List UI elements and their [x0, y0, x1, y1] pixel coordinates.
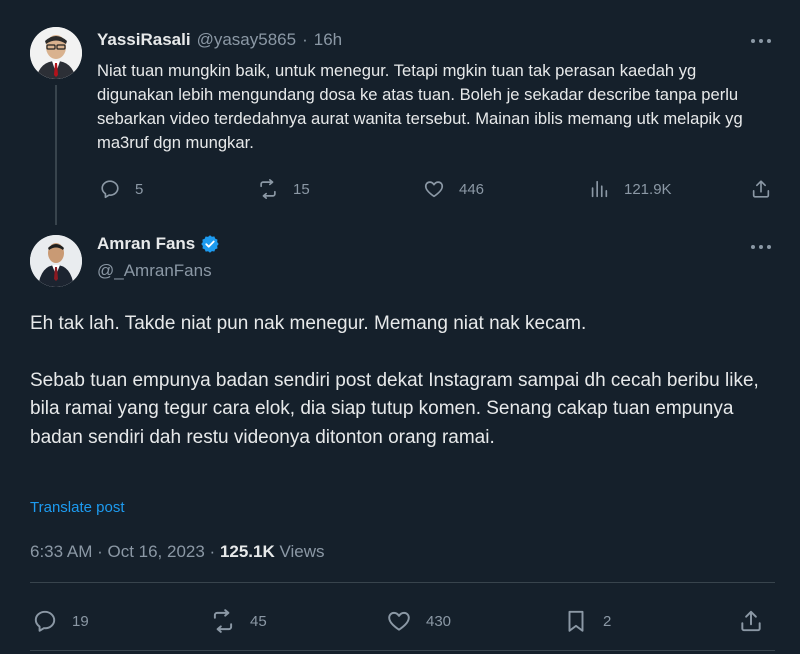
main-reply-button[interactable]: 19: [32, 608, 89, 634]
main-author-name[interactable]: Amran Fans: [97, 234, 195, 254]
reply-header: YassiRasali @yasay5865 · 16h: [97, 30, 342, 50]
reply-icon: [101, 180, 119, 199]
share-icon: [752, 180, 770, 198]
reply-timestamp[interactable]: 16h: [314, 30, 342, 50]
reply-like-button[interactable]: 446: [423, 178, 484, 200]
verified-badge-icon[interactable]: [200, 234, 220, 254]
reply-separator: ·: [302, 30, 308, 49]
main-bookmark-button[interactable]: 2: [563, 608, 611, 634]
main-reply-count: 19: [72, 612, 89, 630]
post-meta: 6:33 AM · Oct 16, 2023 · 125.1K Views: [30, 542, 325, 562]
reply-icon: [34, 610, 56, 632]
more-icon[interactable]: [749, 235, 773, 259]
main-post-paragraph-2: Sebab tuan empunya badan sendiri post de…: [30, 369, 759, 448]
heart-icon: [424, 181, 444, 198]
main-post-text: Eh tak lah. Takde niat pun nak menegur. …: [30, 310, 780, 480]
post-timestamp[interactable]: 6:33 AM · Oct 16, 2023: [30, 542, 205, 561]
main-repost-button[interactable]: 45: [210, 608, 267, 634]
post-views-label: Views: [274, 542, 325, 561]
main-post-paragraph-1: Eh tak lah. Takde niat pun nak menegur. …: [30, 313, 587, 334]
main-action-bar: 19 45 430 2: [30, 606, 775, 636]
reply-avatar-image: [30, 27, 82, 79]
main-author-handle[interactable]: @_AmranFans: [97, 261, 212, 281]
reply-like-count: 446: [459, 180, 485, 198]
post-views-count[interactable]: 125.1K: [220, 542, 275, 561]
meta-separator: ·: [204, 542, 220, 561]
reply-author-name[interactable]: YassiRasali: [97, 30, 191, 50]
translate-post-link[interactable]: Translate post: [30, 499, 125, 516]
repost-icon: [213, 609, 233, 633]
main-repost-count: 45: [250, 612, 267, 630]
reply-views-count: 121.9K: [624, 180, 672, 198]
reply-avatar[interactable]: [30, 27, 82, 79]
main-author-name-row: Amran Fans: [97, 234, 220, 254]
repost-icon: [260, 179, 276, 199]
views-icon: [591, 180, 608, 198]
reply-share-button[interactable]: [750, 178, 772, 200]
reply-repost-button[interactable]: 15: [257, 178, 310, 200]
divider: [30, 582, 775, 583]
main-bookmark-count: 2: [603, 612, 612, 630]
reply-reply-button[interactable]: 5: [99, 178, 143, 200]
share-icon: [741, 610, 761, 632]
main-avatar-image: [30, 235, 82, 287]
main-like-count: 430: [426, 612, 452, 630]
reply-text: Niat tuan mungkin baik, untuk menegur. T…: [97, 61, 743, 152]
reply-reply-count: 5: [135, 180, 144, 198]
divider: [30, 650, 775, 651]
reply-author-handle[interactable]: @yasay5865: [197, 30, 297, 50]
more-icon[interactable]: [749, 29, 773, 53]
heart-icon: [388, 611, 410, 631]
bookmark-icon: [568, 610, 584, 632]
reply-repost-count: 15: [293, 180, 310, 198]
main-share-button[interactable]: [738, 608, 764, 634]
reply-views-button[interactable]: 121.9K: [588, 178, 672, 200]
thread-line: [55, 85, 57, 225]
main-like-button[interactable]: 430: [386, 608, 451, 634]
main-avatar[interactable]: [30, 235, 82, 287]
reply-action-bar: 5 15 446 121.9K: [97, 176, 777, 204]
